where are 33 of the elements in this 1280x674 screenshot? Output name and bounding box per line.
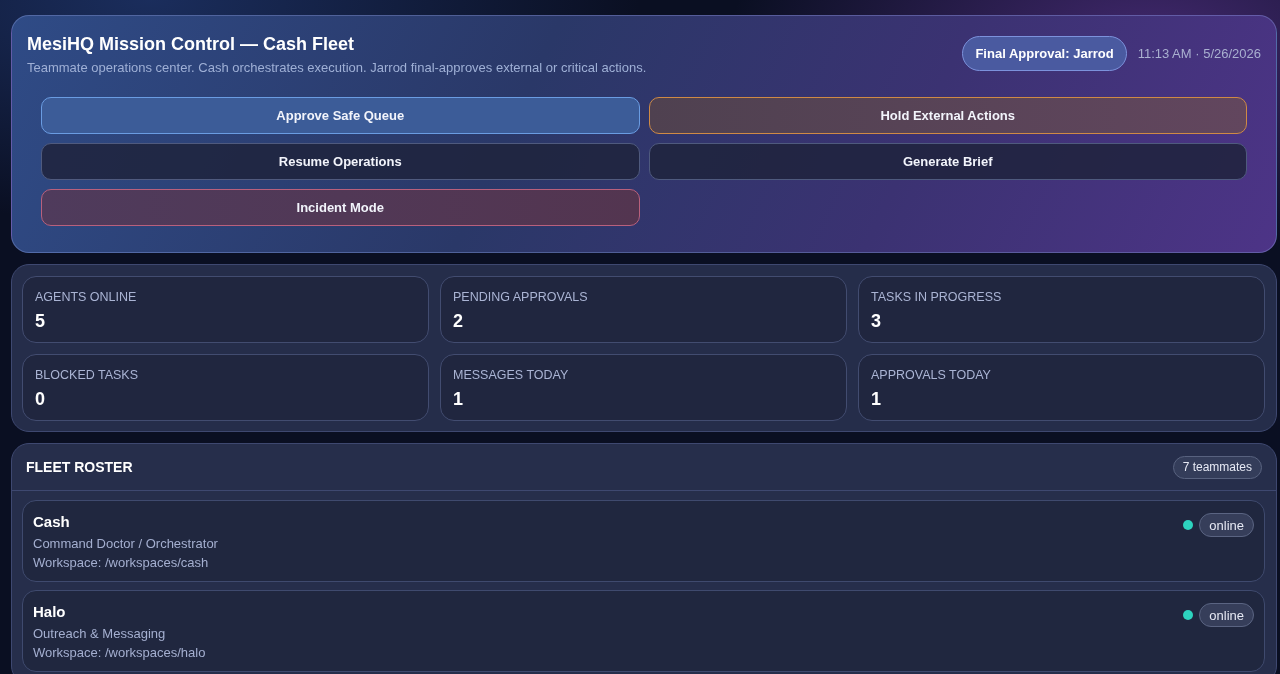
stat-label: PENDING APPROVALS [453, 289, 588, 305]
action-button[interactable]: Hold External Actions [648, 97, 1247, 134]
stat-value: 1 [453, 388, 463, 410]
stat-label: AGENTS ONLINE [35, 289, 137, 305]
stat-value: 1 [871, 388, 881, 410]
member-name: Cash [33, 513, 70, 531]
approval-badge: Final Approval: Jarrod [962, 36, 1127, 71]
member-workspace: Workspace: /workspaces/cash [33, 554, 209, 572]
stat-value: 2 [453, 310, 463, 332]
page-subtitle: Teammate operations center. Cash orchestrates execution. Jarrod final-approves external or critical actions. [27, 59, 647, 77]
stat-value: 3 [871, 310, 881, 332]
roster-title: FLEET ROSTER [26, 459, 133, 475]
member-role: Outreach & Messaging [33, 625, 166, 643]
member-role: Command Doctor / Orchestrator [33, 535, 218, 553]
page-title: MesiHQ Mission Control — Cash Fleet [27, 33, 356, 56]
stat-label: APPROVALS TODAY [871, 367, 991, 383]
action-button[interactable]: Incident Mode [41, 189, 640, 226]
teammate-count-badge: 7 teammates [1172, 455, 1262, 479]
status-badge: online [1199, 603, 1254, 627]
action-button[interactable]: Generate Brief [648, 143, 1247, 180]
stat-label: TASKS IN PROGRESS [871, 289, 1002, 305]
member-card[interactable]: Halo Outreach & Messaging Workspace: /workspaces/halo online [22, 590, 1265, 672]
action-button[interactable]: Approve Safe Queue [41, 97, 640, 134]
stat-label: BLOCKED TASKS [35, 367, 139, 383]
member-name: Halo [33, 603, 66, 621]
stat-value: 0 [35, 388, 45, 410]
stat-value: 5 [35, 310, 45, 332]
member-workspace: Workspace: /workspaces/halo [33, 644, 206, 662]
timestamp: 11:13 AM · 5/26/2026 [1137, 46, 1261, 61]
stat-label: MESSAGES TODAY [453, 367, 569, 383]
member-card[interactable]: Cash Command Doctor / Orchestrator Workspace: /workspaces/cash online [22, 500, 1265, 582]
status-badge: online [1199, 513, 1254, 537]
action-button[interactable]: Resume Operations [41, 143, 640, 180]
